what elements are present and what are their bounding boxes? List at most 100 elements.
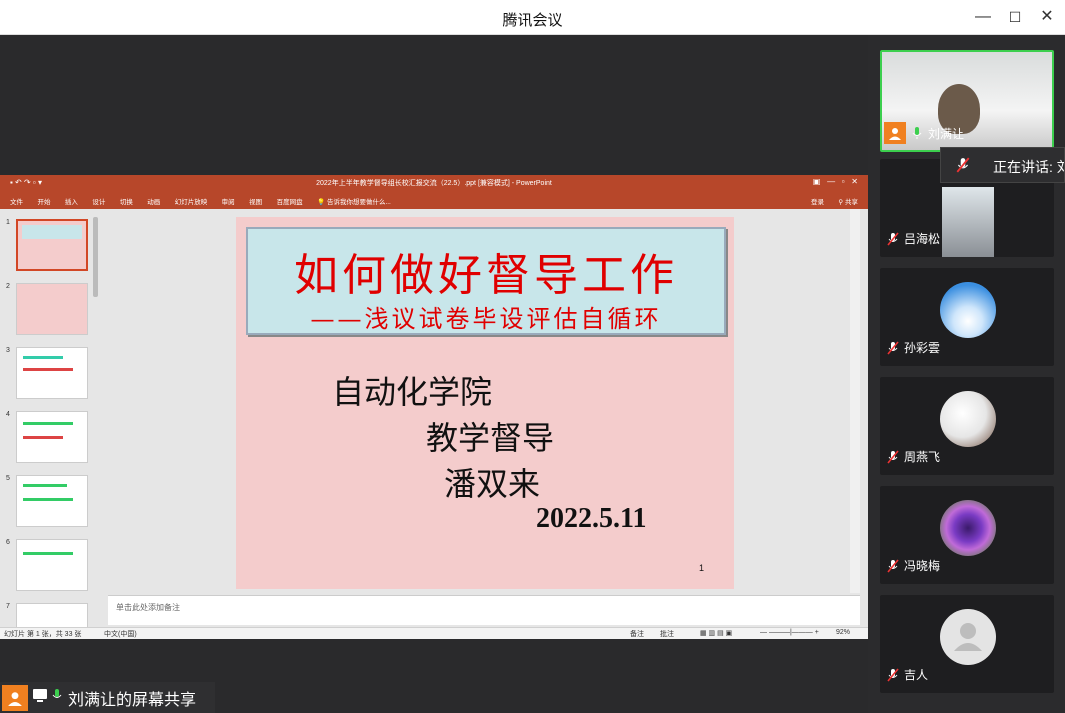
mic-muted-icon (886, 667, 900, 682)
window-titlebar: 腾讯会议 — ☐ ✕ (0, 0, 1065, 35)
zoom-slider[interactable]: — ———|——— + (760, 629, 819, 636)
status-comments-button[interactable]: 批注 (660, 629, 674, 639)
slide-date: 2022.5.11 (536, 503, 647, 534)
status-language: 中文(中国) (104, 631, 137, 638)
tab-baidu-netdisk[interactable]: 百度网盘 (277, 196, 303, 206)
thumbnail-slide-4[interactable] (16, 411, 88, 463)
slide-title: 如何做好督导工作 (294, 250, 678, 301)
participant-name-bar: 吉人 (886, 666, 928, 683)
avatar (940, 391, 996, 447)
mic-muted-icon (955, 157, 971, 176)
current-slide[interactable]: 如何做好督导工作 ——浅议试卷毕设评估自循环 自动化学院 教学督导 潘双来 20… (236, 217, 734, 589)
tab-design[interactable]: 设计 (92, 196, 105, 206)
ppt-title-bar: ▪ ↶ ↷ ▫ ▾ 2022年上半年教学督导组长校汇报交流（22.5）.ppt … (0, 175, 868, 191)
ppt-file-title: 2022年上半年教学督导组长校汇报交流（22.5）.ppt [兼容模式] - P… (316, 180, 552, 187)
screen-share-icon (32, 687, 48, 708)
thumbnail-scrollbar[interactable] (93, 217, 98, 297)
thumbnail-slide-6[interactable] (16, 539, 88, 591)
thumbnail-slide-7[interactable] (16, 603, 88, 629)
share-owner-label: 刘满让的屏幕共享 (68, 691, 197, 709)
thumbnail-slide-2[interactable] (16, 283, 88, 335)
speaking-indicator: 正在讲话: 刘 (940, 147, 1065, 183)
host-icon (884, 122, 906, 144)
thumb-number: 7 (6, 603, 10, 610)
slide-title-banner: 如何做好督导工作 ——浅议试卷毕设评估自循环 (246, 227, 726, 335)
shared-screen-area: ▪ ↶ ↷ ▫ ▾ 2022年上半年教学督导组长校汇报交流（22.5）.ppt … (0, 35, 868, 713)
tell-me-search[interactable]: 💡 告诉我你想要做什么... (317, 196, 391, 206)
mic-muted-icon (886, 340, 900, 355)
participant-name-bar: 冯晓梅 (886, 557, 940, 574)
participant-tile-1[interactable]: 刘满让 (880, 50, 1054, 152)
notes-pane[interactable]: 单击此处添加备注 (108, 595, 860, 625)
thumb-number: 6 (6, 539, 10, 546)
mic-muted-icon (886, 558, 900, 573)
participant-name-bar: 周燕飞 (886, 448, 940, 465)
tab-transitions[interactable]: 切换 (120, 196, 133, 206)
tab-home[interactable]: 开始 (37, 196, 50, 206)
tab-file[interactable]: 文件 (10, 196, 23, 206)
slide-thumbnail-pane: 1 2 3 4 5 6 7 (0, 209, 100, 629)
participant-name: 孙彩雲 (904, 341, 941, 355)
share-button[interactable]: ⚲ 共享 (838, 196, 858, 206)
thumb-number: 5 (6, 475, 10, 482)
participant-tile-6[interactable]: 吉人 (880, 595, 1054, 693)
participant-panel: 刘满让 吕海松 孙彩雲 周燕飞 冯晓梅 吉人 (868, 35, 1065, 713)
participant-tile-5[interactable]: 冯晓梅 (880, 486, 1054, 584)
participant-name: 刘满让 (928, 126, 965, 141)
screen-share-indicator: 刘满让的屏幕共享 (0, 682, 215, 713)
notes-placeholder: 单击此处添加备注 (116, 603, 180, 612)
thumbnail-slide-5[interactable] (16, 475, 88, 527)
thumb-line (23, 422, 73, 425)
participant-name: 周燕飞 (904, 450, 941, 464)
thumb-line (23, 368, 73, 371)
thumb-line (23, 356, 63, 359)
tab-insert[interactable]: 插入 (65, 196, 78, 206)
thumbnail-slide-3[interactable] (16, 347, 88, 399)
status-slide-info: 幻灯片 第 1 张，共 33 张 (4, 631, 82, 638)
slide-scrollbar[interactable] (850, 209, 860, 593)
default-avatar-icon (940, 609, 996, 665)
participant-name: 吉人 (904, 668, 929, 682)
ppt-status-bar: 幻灯片 第 1 张，共 33 张 中文(中国) 备注 批注 ▦ ▥ ▤ ▣ — … (0, 627, 868, 639)
participant-name: 吕海松 (904, 232, 941, 246)
avatar (940, 282, 996, 338)
slide-canvas: 如何做好督导工作 ——浅议试卷毕设评估自循环 自动化学院 教学督导 潘双来 20… (108, 209, 860, 593)
thumb-number: 1 (6, 219, 10, 226)
thumb-number: 2 (6, 283, 10, 290)
ppt-window-controls: ▣ — ▫ ✕ (812, 177, 858, 186)
thumb-line (23, 552, 73, 555)
tab-animations[interactable]: 动画 (147, 196, 160, 206)
video-thumbnail (942, 187, 994, 257)
login-link[interactable]: 登录 (811, 196, 824, 206)
slide-line-3: 潘双来 (444, 465, 541, 503)
view-buttons[interactable]: ▦ ▥ ▤ ▣ (700, 629, 732, 637)
thumb-line (23, 484, 67, 487)
speaking-text: 正在讲话: 刘 (993, 159, 1065, 175)
participant-tile-3[interactable]: 孙彩雲 (880, 268, 1054, 366)
mic-muted-icon (886, 231, 900, 246)
tab-slideshow[interactable]: 幻灯片放映 (175, 196, 208, 206)
ppt-ribbon-tabs: 文件 开始 插入 设计 切换 动画 幻灯片放映 审阅 视图 百度网盘 💡 告诉我… (0, 191, 868, 209)
maximize-button[interactable]: ☐ (1002, 6, 1028, 28)
window-title: 腾讯会议 (502, 12, 563, 29)
host-icon (2, 684, 28, 711)
thumb-number: 4 (6, 411, 10, 418)
participant-name-bar: 吕海松 (886, 230, 940, 247)
status-notes-button[interactable]: 备注 (630, 629, 644, 639)
minimize-button[interactable]: — (970, 6, 996, 28)
tab-view[interactable]: 视图 (249, 196, 262, 206)
participant-tile-4[interactable]: 周燕飞 (880, 377, 1054, 475)
tell-me-text: 告诉我你想要做什么... (326, 199, 391, 206)
thumbnail-slide-1[interactable] (16, 219, 88, 271)
thumb-line (23, 436, 63, 439)
powerpoint-window: ▪ ↶ ↷ ▫ ▾ 2022年上半年教学督导组长校汇报交流（22.5）.ppt … (0, 175, 868, 639)
zoom-level[interactable]: 92% (836, 629, 850, 636)
mic-muted-icon (886, 449, 900, 464)
tab-review[interactable]: 审阅 (222, 196, 235, 206)
mic-on-icon (50, 687, 64, 708)
slide-page-number: 1 (698, 563, 704, 573)
close-button[interactable]: ✕ (1034, 6, 1060, 28)
thumb-banner (22, 225, 82, 239)
thumb-number: 3 (6, 347, 10, 354)
participant-name-bar: 刘满让 (882, 122, 964, 144)
